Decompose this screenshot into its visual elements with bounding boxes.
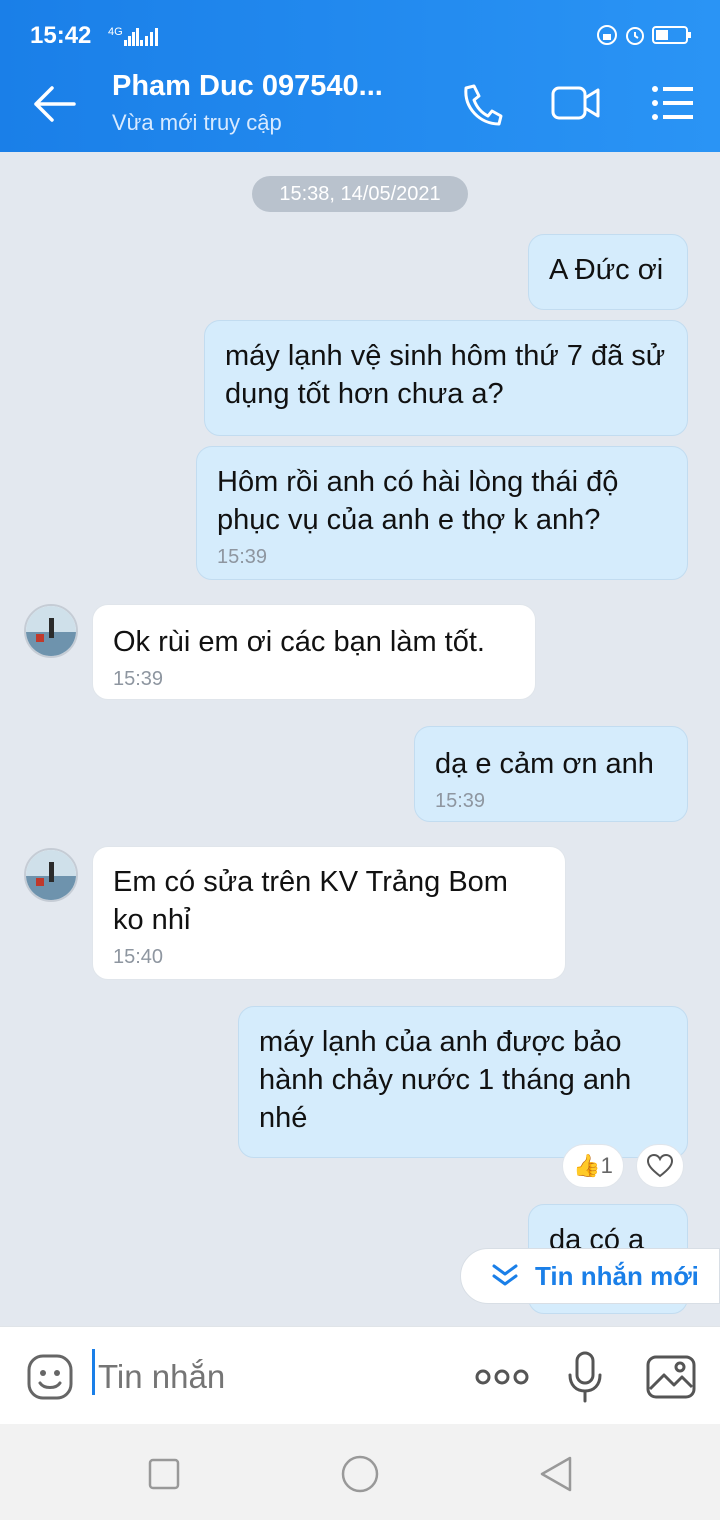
network-type: 4G [108,26,123,38]
presence-status: Vừa mới truy cập [112,110,282,135]
signal-icon [124,28,139,46]
message-bubble-outgoing[interactable]: dạ e cảm ơn anh 15:39 [414,726,688,822]
avatar-image [26,850,76,900]
message-composer [0,1326,720,1425]
lock-rotation-icon [597,25,617,45]
message-time: 15:39 [217,546,268,568]
status-time: 15:42 [30,22,92,49]
message-time: 15:39 [113,668,164,690]
recent-apps-icon[interactable] [148,1458,180,1490]
more-options-icon[interactable] [474,1365,530,1389]
alarm-icon [626,27,644,45]
image-gallery-icon[interactable] [646,1355,696,1399]
video-call-icon[interactable] [550,82,602,124]
back-arrow-icon[interactable] [32,84,78,124]
message-bubble-outgoing[interactable]: máy lạnh của anh được bảo hành chảy nước… [238,1006,688,1158]
microphone-icon[interactable] [566,1351,604,1403]
message-text: máy lạnh vệ sinh hôm thứ 7 đã sử dụng tố… [225,340,666,410]
date-separator: 15:38, 14/05/2021 [252,176,468,212]
double-chevron-down-icon [492,1264,518,1286]
message-text: Hôm rồi anh có hài lòng thái độ phục vụ … [217,466,619,536]
message-bubble-outgoing[interactable]: Hôm rồi anh có hài lòng thái độ phục vụ … [196,446,688,580]
message-text: A Đức ơi [549,254,664,286]
message-input[interactable] [96,1353,460,1401]
battery-icon [652,26,691,44]
phone-icon[interactable] [458,82,504,126]
back-nav-icon[interactable] [538,1454,574,1494]
message-time: 15:39 [435,790,486,812]
avatar[interactable] [24,848,78,902]
status-bar: 15:42 4G [0,0,720,56]
contact-name[interactable]: Pham Duc 097540... [112,70,383,103]
message-bubble-incoming[interactable]: Ok rùi em ơi các bạn làm tốt. 15:39 [92,604,536,700]
message-text: dạ e cảm ơn anh [435,748,654,780]
text-cursor [92,1349,95,1395]
chat-header: 15:42 4G Pham Duc 097540... Vừa mới truy… [0,0,720,152]
message-bubble-incoming[interactable]: Em có sửa trên KV Trảng Bom ko nhỉ 15:40 [92,846,566,980]
message-text: Em có sửa trên KV Trảng Bom ko nhỉ [113,866,508,936]
message-text: máy lạnh của anh được bảo hành chảy nước… [259,1026,632,1134]
new-messages-label: Tin nhắn mới [535,1260,699,1291]
signal-icon-2 [140,28,158,46]
sticker-emoji-icon[interactable] [26,1353,74,1401]
message-time: 15:40 [113,946,164,968]
message-bubble-outgoing[interactable]: máy lạnh vệ sinh hôm thứ 7 đã sử dụng tố… [204,320,688,436]
home-icon[interactable] [340,1454,380,1494]
avatar[interactable] [24,604,78,658]
new-messages-button[interactable]: Tin nhắn mới [460,1248,720,1304]
system-navigation-bar [0,1424,720,1520]
avatar-image [26,606,76,656]
menu-list-icon[interactable] [650,82,694,124]
message-text: Ok rùi em ơi các bạn làm tốt. [113,626,485,658]
message-bubble-outgoing[interactable]: A Đức ơi [528,234,688,310]
